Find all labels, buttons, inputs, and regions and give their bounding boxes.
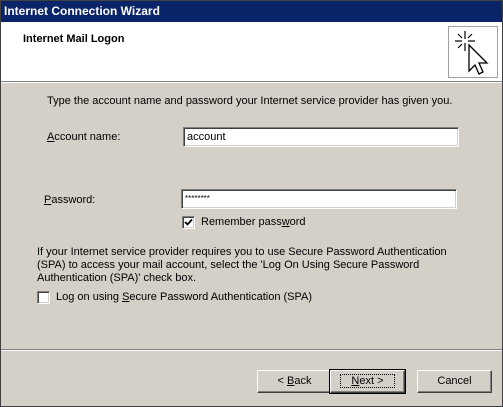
page-title: Internet Mail Logon xyxy=(23,33,125,45)
cancel-button[interactable]: Cancel xyxy=(417,370,492,393)
window-title: Internet Connection Wizard xyxy=(4,4,160,18)
wizard-wand-cursor-icon xyxy=(448,26,498,78)
intro-text: Type the account name and password your … xyxy=(47,95,453,107)
next-button[interactable]: Next > xyxy=(329,369,406,394)
password-input[interactable]: ******** xyxy=(181,189,457,209)
checkmark-icon xyxy=(184,218,193,226)
back-button[interactable]: < Back xyxy=(257,370,332,393)
remember-password-checkbox[interactable] xyxy=(182,216,195,229)
spa-checkbox-label[interactable]: Log on using Secure Password Authenticat… xyxy=(56,291,312,303)
account-name-label: Account name: xyxy=(47,131,121,143)
button-divider xyxy=(1,349,502,351)
wizard-header: Internet Mail Logon xyxy=(1,22,502,82)
spa-description: If your Internet service provider requir… xyxy=(37,246,447,284)
account-name-input[interactable]: account xyxy=(183,127,459,147)
title-bar[interactable]: Internet Connection Wizard xyxy=(0,0,503,22)
remember-password-label[interactable]: Remember password xyxy=(201,216,306,228)
password-label: Password: xyxy=(44,194,96,206)
spa-checkbox[interactable] xyxy=(37,291,50,304)
header-separator xyxy=(1,82,502,83)
